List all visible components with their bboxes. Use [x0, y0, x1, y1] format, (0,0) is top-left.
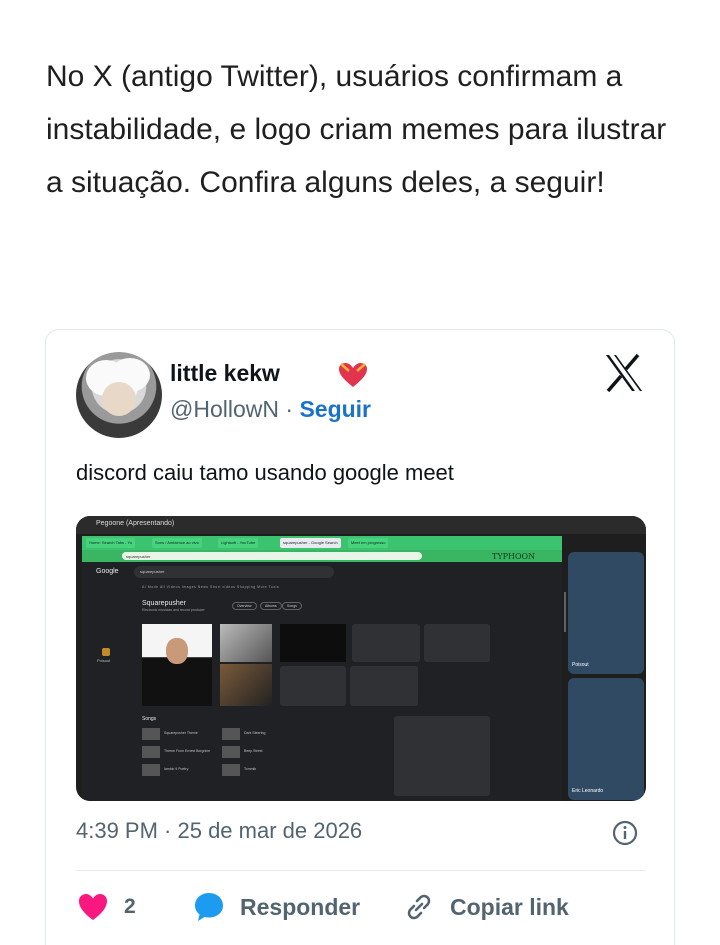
like-count: 2: [124, 895, 136, 918]
song-title: Beep Street: [244, 749, 263, 753]
participant-name: Eric Leonardo: [572, 788, 604, 794]
avatar[interactable]: [76, 352, 162, 438]
browser-tabs: Home: Search Tabs - Yo Sons / Ambience a…: [82, 536, 562, 550]
scrollbar: [564, 592, 566, 632]
display-name[interactable]: little kekw: [170, 360, 280, 387]
participant-label: Poisout: [97, 658, 111, 663]
browser-url-bar: squarepusher TYPHOON: [82, 550, 562, 562]
song-title: Theme From Ernest Borgnine: [164, 749, 211, 753]
song-thumb: [222, 764, 240, 776]
handle-separator: ·: [278, 396, 300, 422]
shared-browser-window: Home: Search Tabs - Yo Sons / Ambience a…: [82, 536, 566, 801]
kp-chip: Songs: [282, 602, 302, 610]
heart-icon: [79, 894, 107, 920]
browser-url: squarepusher: [122, 552, 422, 560]
copy-link-button[interactable]: Copiar link: [402, 885, 569, 929]
artist-photo: [280, 624, 346, 662]
copy-link-label: Copiar link: [450, 893, 569, 920]
song-title: Squarepusher Theme: [164, 731, 198, 735]
browser-tab: squarepusher - Google Search: [280, 538, 341, 548]
kp-card: [350, 666, 418, 706]
song-thumb: [142, 764, 160, 776]
knowledge-panel-subtitle: Electronic musician and record producer: [142, 608, 205, 612]
artist-photo: [220, 664, 272, 706]
browser-tab: Home: Search Tabs - Yo: [86, 538, 136, 548]
article-paragraph: No X (antigo Twitter), usuários confirma…: [46, 60, 667, 199]
song-thumb: [142, 746, 160, 758]
x-logo-icon[interactable]: [604, 354, 644, 392]
artist-head: [166, 638, 188, 664]
tweet-timestamp[interactable]: 4:39 PM · 25 de mar de 2026: [76, 818, 362, 844]
google-search-box: squarepusher: [134, 566, 334, 578]
songs-title: Songs: [142, 716, 157, 722]
like-button[interactable]: 2: [76, 885, 136, 929]
google-tabs: AI Mode All Videos Images News Short vid…: [142, 585, 280, 589]
reply-button[interactable]: Responder: [192, 885, 360, 929]
divider: [76, 870, 646, 871]
kp-card: [280, 666, 346, 706]
browser-tab: Lightsoft - YouTube: [218, 538, 259, 548]
typhoon-banner: TYPHOON: [492, 552, 536, 561]
reply-bubble-icon: [195, 893, 223, 921]
song-title: Iambic 9 Poetry: [164, 767, 189, 771]
handle-row: @HollowN · Seguir: [170, 396, 371, 423]
google-logo: Google: [96, 568, 119, 575]
song-title: Dark Steering: [244, 731, 266, 735]
kp-chip: Overview: [232, 602, 257, 610]
heart-ribbon-icon: [339, 363, 367, 387]
tweet-actions: 2 Responder Copiar link: [76, 885, 646, 929]
reply-label: Responder: [240, 893, 361, 920]
participant-tile: Eric Leonardo: [568, 678, 644, 800]
song-thumb: [222, 746, 240, 758]
participant-name: Poisout: [572, 662, 589, 668]
info-icon[interactable]: [612, 820, 638, 846]
participant-tile: Poisout: [568, 552, 644, 674]
tweet-text: discord caiu tamo usando google meet: [76, 460, 454, 485]
tweet-embed-card[interactable]: little kekw @HollowN · Seguir discord ca…: [45, 329, 675, 945]
song-thumb: [222, 728, 240, 740]
tweet-media-screenshot[interactable]: Pegoone (Apresentando) Home: Search Tabs…: [76, 516, 646, 801]
follow-button[interactable]: Seguir: [299, 396, 371, 422]
avatar-face: [102, 382, 136, 416]
kp-card: [352, 624, 420, 662]
knowledge-panel-title: Squarepusher: [142, 600, 186, 607]
meet-title: Pegoone (Apresentando): [96, 520, 175, 527]
artist-photo: [142, 624, 212, 706]
song-thumb: [142, 728, 160, 740]
user-handle[interactable]: @HollowN: [170, 396, 279, 422]
kp-card: [424, 624, 490, 662]
about-card: [394, 716, 490, 796]
song-title: Tommib: [244, 767, 257, 771]
kp-chip: Albums: [260, 602, 282, 610]
browser-tab: Meet em progresso: [348, 538, 389, 548]
artist-photo: [220, 624, 272, 662]
muted-mic-icon: [102, 648, 110, 656]
browser-tab: Sons / Ambience ao vivo: [152, 538, 202, 548]
link-icon: [407, 894, 431, 920]
